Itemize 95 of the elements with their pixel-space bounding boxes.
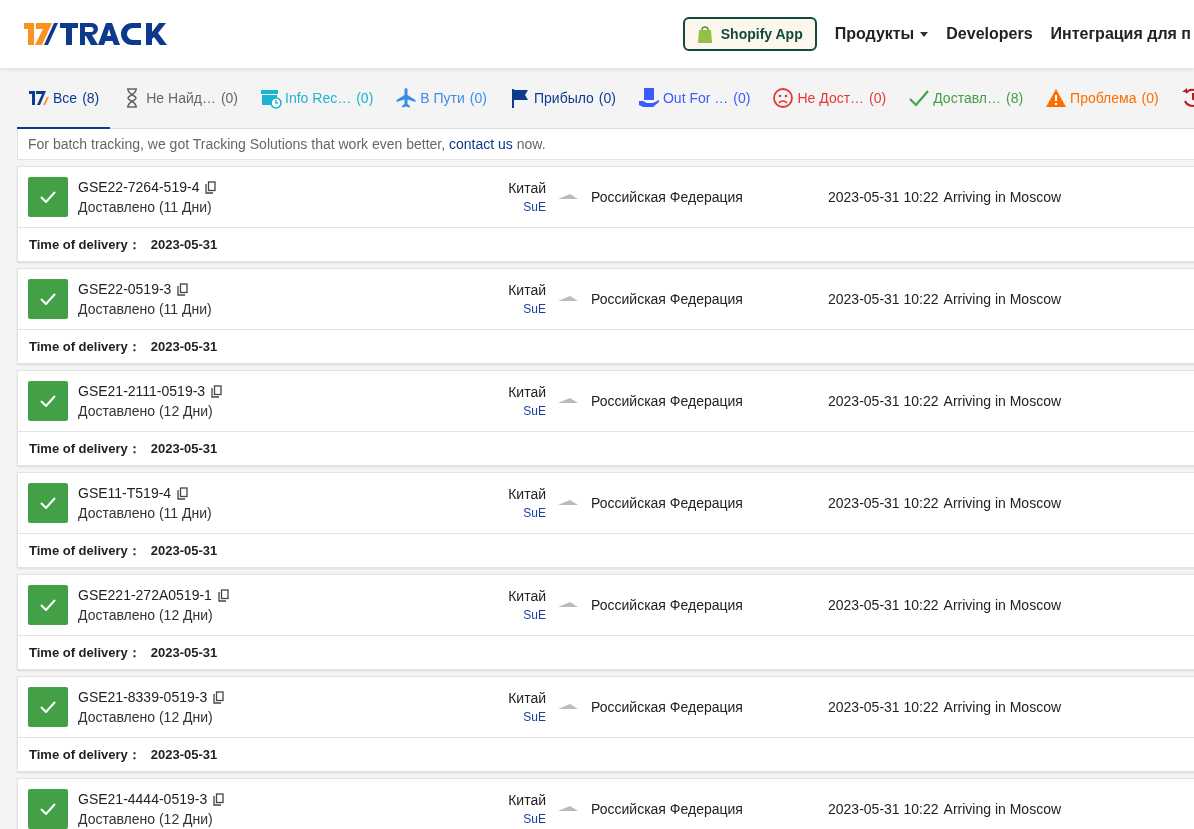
delivery-status: Доставлено (12 Дни) — [78, 709, 214, 725]
delivery-status: Доставлено (12 Дни) — [78, 811, 214, 827]
filter-tab[interactable]: Out For … (0) — [626, 68, 762, 129]
delivery-status: Доставлено (11 Дни) — [78, 505, 213, 521]
nav-link[interactable]: Developers — [946, 25, 1033, 43]
carrier-link[interactable]: SuE — [523, 506, 546, 520]
event-time: 2023-05-31 10:22 — [828, 801, 939, 817]
carrier-link[interactable]: SuE — [523, 812, 546, 826]
origin-country: Китай — [508, 792, 546, 808]
copy-icon[interactable] — [211, 384, 223, 398]
check-icon — [40, 803, 56, 815]
copy-icon[interactable] — [177, 486, 189, 500]
undelivered-icon — [772, 86, 795, 109]
event-text: Arriving in Moscow — [943, 597, 1062, 613]
event-time: 2023-05-31 10:22 — [828, 597, 939, 613]
delivery-time-label: Time of delivery： — [29, 337, 141, 356]
transit-icon — [395, 86, 418, 109]
event-time: 2023-05-31 10:22 — [828, 699, 939, 715]
destination-country: Российская Федерация — [591, 699, 744, 715]
carrier-link[interactable]: SuE — [523, 710, 546, 724]
contact-link[interactable]: contact us — [449, 136, 513, 152]
check-icon — [40, 191, 56, 203]
delivery-time-label: Time of delivery： — [29, 541, 141, 560]
delivery-status: Доставлено (11 Дни) — [78, 301, 213, 317]
carrier-link[interactable]: SuE — [523, 200, 546, 214]
shopping-bag-icon — [696, 25, 713, 43]
tracking-number: GSE21-8339-0519-3 — [78, 689, 208, 705]
notice-text: For batch tracking, we got Tracking Solutions that work even better, contact us now. — [28, 136, 546, 152]
event-time: 2023-05-31 10:22 — [828, 393, 939, 409]
origin-country: Китай — [508, 180, 546, 196]
event-time: 2023-05-31 10:22 — [828, 495, 939, 511]
event-text: Arriving in Moscow — [943, 291, 1062, 307]
copy-icon[interactable] — [217, 588, 229, 602]
origin-country: Китай — [508, 384, 546, 400]
delivery-time-label: Time of delivery： — [29, 643, 141, 662]
event-text: Arriving in Moscow — [943, 393, 1062, 409]
delivery-date: 2023-05-31 — [150, 747, 218, 762]
check-icon — [40, 599, 56, 611]
check-icon — [40, 293, 56, 305]
check-icon — [40, 701, 56, 713]
event-time: 2023-05-31 10:22 — [828, 291, 939, 307]
tracking-number: GSE11-T519-4 — [78, 485, 172, 501]
filter-tab[interactable]: Не Найд… (0) — [110, 68, 250, 129]
tracking-number: GSE22-7264-519-4 — [78, 179, 200, 195]
destination-country: Российская Федерация — [591, 495, 744, 511]
delivery-status: Доставлено (12 Дни) — [78, 403, 214, 419]
arrow-icon — [558, 806, 578, 812]
copy-icon[interactable] — [213, 690, 225, 704]
origin-country: Китай — [508, 486, 546, 502]
origin-country: Китай — [508, 690, 546, 706]
delivery-date: 2023-05-31 — [150, 441, 218, 456]
arrow-icon — [558, 704, 578, 710]
event-time: 2023-05-31 10:22 — [828, 189, 939, 205]
carrier-link[interactable]: SuE — [523, 608, 546, 622]
tracking-number: GSE21-4444-0519-3 — [78, 791, 208, 807]
arrow-icon — [558, 398, 578, 404]
filter-tab[interactable]: Не Дост… (0) — [761, 68, 898, 129]
copy-icon[interactable] — [177, 282, 189, 296]
tracking-number: GSE221-272A0519-1 — [78, 587, 212, 603]
event-text: Arriving in Moscow — [943, 495, 1062, 511]
delivery-time-label: Time of delivery： — [29, 235, 141, 254]
destination-country: Российская Федерация — [591, 801, 744, 817]
tracking-number: GSE22-0519-3 — [78, 281, 172, 297]
delivery-status: Доставлено (11 Дни) — [78, 199, 213, 215]
tracking-number: GSE21-2111-0519-3 — [78, 383, 206, 399]
event-text: Arriving in Moscow — [943, 699, 1062, 715]
arrow-icon — [558, 602, 578, 608]
arrow-icon — [558, 500, 578, 506]
origin-country: Китай — [508, 282, 546, 298]
arrow-icon — [558, 296, 578, 302]
delivery-time-label: Time of delivery： — [29, 439, 141, 458]
delivery-time-label: Time of delivery： — [29, 745, 141, 764]
shopify-app-button[interactable]: Shopify App — [682, 17, 817, 51]
destination-country: Российская Федерация — [591, 597, 744, 613]
copy-icon[interactable] — [205, 180, 217, 194]
delivery-date: 2023-05-31 — [150, 339, 218, 354]
delivery-date: 2023-05-31 — [150, 645, 218, 660]
event-text: Arriving in Moscow — [943, 801, 1062, 817]
check-icon — [40, 395, 56, 407]
nav-link[interactable]: Продукты — [834, 25, 929, 43]
delivery-date: 2023-05-31 — [150, 237, 218, 252]
destination-country: Российская Федерация — [591, 291, 744, 307]
check-icon — [40, 497, 56, 509]
origin-country: Китай — [508, 588, 546, 604]
destination-country: Российская Федерация — [591, 189, 744, 205]
delivery-date: 2023-05-31 — [150, 543, 218, 558]
delivery-status: Доставлено (12 Дни) — [78, 607, 214, 623]
nav-link[interactable]: Интеграция для п — [1050, 25, 1191, 43]
arrow-icon — [558, 194, 578, 200]
filter-tab[interactable]: Прибыло (0) — [497, 68, 627, 129]
event-text: Arriving in Moscow — [943, 189, 1062, 205]
carrier-link[interactable]: SuE — [523, 302, 546, 316]
copy-icon[interactable] — [213, 792, 225, 806]
destination-country: Российская Федерация — [591, 393, 744, 409]
carrier-link[interactable]: SuE — [523, 404, 546, 418]
